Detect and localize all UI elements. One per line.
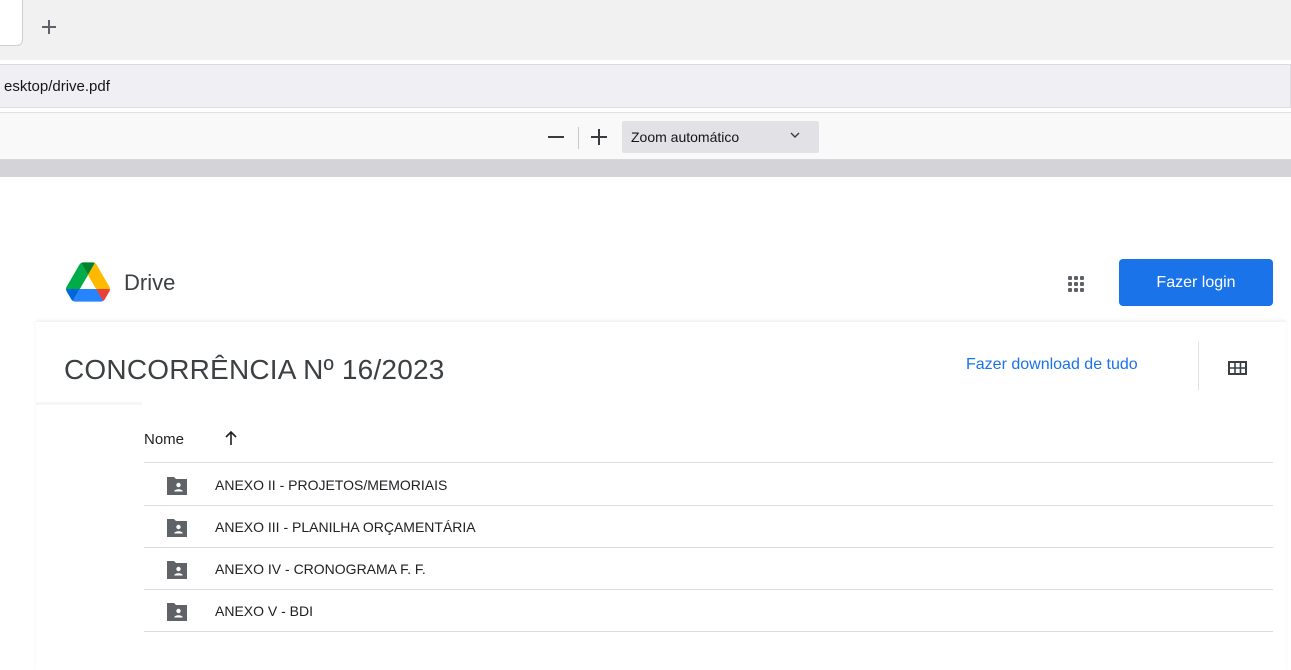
login-button[interactable]: Fazer login: [1119, 259, 1273, 306]
folder-name: ANEXO IV - CRONOGRAMA F. F.: [215, 561, 426, 577]
address-bar: esktop/drive.pdf: [0, 60, 1291, 112]
url-field[interactable]: esktop/drive.pdf: [0, 64, 1291, 108]
list-item[interactable]: ANEXO V - BDI: [144, 590, 1273, 632]
folder-name: ANEXO V - BDI: [215, 603, 314, 619]
zoom-value: Zoom automático: [631, 129, 740, 145]
zoom-select[interactable]: Zoom automático: [622, 121, 819, 153]
folder-name: ANEXO II - PROJETOS/MEMORIAIS: [215, 477, 448, 493]
google-drive-logo-icon: [66, 262, 110, 302]
download-all-button[interactable]: Fazer download de tudo: [966, 356, 1138, 374]
arrow-up-icon[interactable]: [224, 430, 238, 446]
shared-folder-icon: [167, 519, 187, 537]
minus-icon[interactable]: [544, 125, 568, 149]
grid-view-icon[interactable]: [1228, 360, 1247, 376]
chevron-down-icon: [790, 132, 800, 138]
column-name-label[interactable]: Nome: [144, 431, 184, 448]
folder-name: ANEXO III - PLANILHA ORÇAMENTÁRIA: [215, 519, 476, 535]
shared-folder-icon: [167, 477, 187, 495]
plus-icon[interactable]: [34, 12, 64, 42]
plus-icon[interactable]: [587, 125, 611, 149]
tab-strip: [0, 0, 1291, 60]
pdf-viewer-background: [0, 160, 1291, 177]
toolbar-separator: [1198, 342, 1199, 390]
pdf-toolbar: Zoom automático: [0, 112, 1291, 160]
url-text: esktop/drive.pdf: [4, 77, 110, 95]
shared-folder-icon: [167, 603, 187, 621]
app-name: Drive: [124, 270, 176, 295]
shared-folder-icon: [167, 561, 187, 579]
list-item[interactable]: ANEXO IV - CRONOGRAMA F. F.: [144, 548, 1273, 590]
column-header: Nome: [144, 425, 1273, 463]
list-item[interactable]: ANEXO II - PROJETOS/MEMORIAIS: [144, 464, 1273, 506]
divider: [36, 402, 142, 405]
apps-grid-icon[interactable]: [1066, 274, 1086, 294]
active-tab[interactable]: [0, 0, 23, 46]
list-item[interactable]: ANEXO III - PLANILHA ORÇAMENTÁRIA: [144, 506, 1273, 548]
folder-title: CONCORRÊNCIA Nº 16/2023: [64, 354, 445, 385]
toolbar-separator: [578, 127, 579, 149]
